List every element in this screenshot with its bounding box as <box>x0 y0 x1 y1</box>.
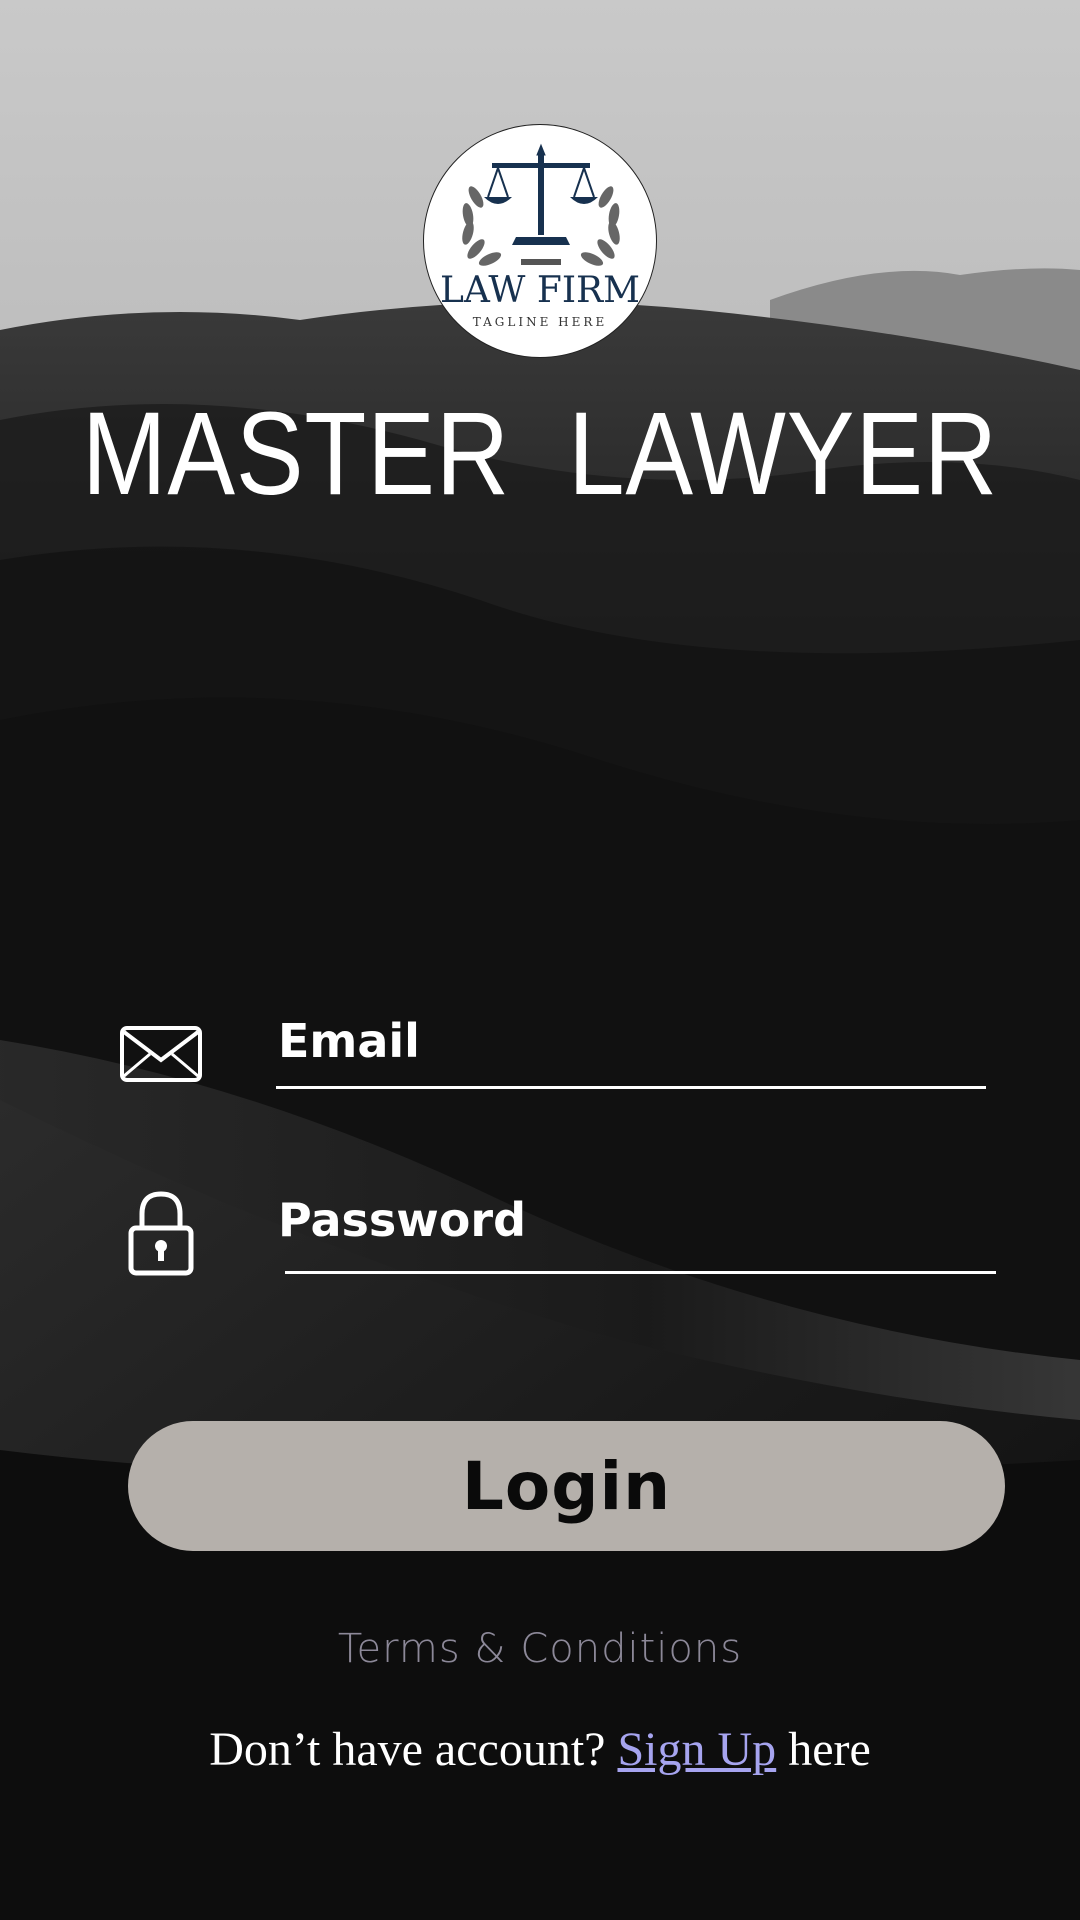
envelope-icon <box>120 1026 202 1082</box>
logo-name: LAW FIRM <box>439 270 641 311</box>
law-firm-logo: LAW FIRM TAGLINE HERE <box>423 124 657 358</box>
email-field[interactable]: Email <box>278 1018 420 1064</box>
login-button-label: Login <box>461 1447 672 1525</box>
signup-prompt: Don’t have account? Sign Up here <box>0 1722 1080 1777</box>
logo-tagline: TAGLINE HERE <box>472 315 608 329</box>
email-field-underline <box>276 1086 986 1089</box>
sign-up-link[interactable]: Sign Up <box>617 1723 776 1776</box>
app-title: MASTER LAWYER <box>81 388 999 520</box>
password-field[interactable]: Password <box>278 1197 526 1243</box>
signup-prefix: Don’t have account? <box>209 1723 618 1776</box>
password-field-underline <box>285 1271 996 1274</box>
lock-icon <box>128 1191 194 1276</box>
login-screen: LAW FIRM TAGLINE HERE MASTER LAWYER Emai… <box>0 0 1080 1920</box>
signup-suffix: here <box>776 1723 871 1776</box>
login-button[interactable]: Login <box>128 1421 1005 1551</box>
terms-conditions-link[interactable]: Terms & Conditions <box>0 1626 1080 1672</box>
